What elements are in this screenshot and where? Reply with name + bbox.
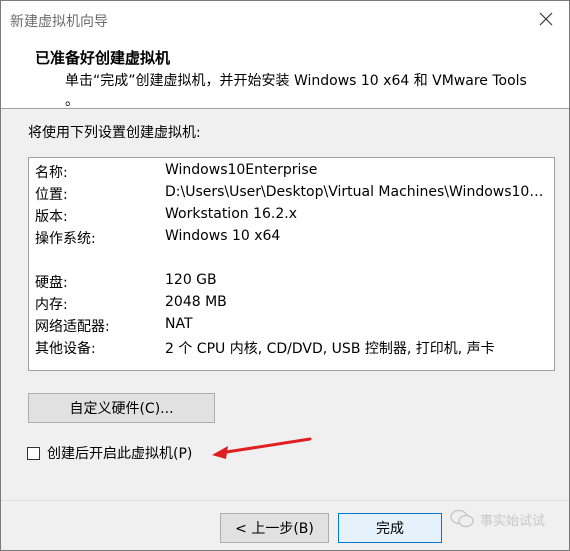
window-title: 新建虚拟机向导: [10, 14, 108, 30]
close-icon: [539, 12, 553, 26]
settings-summary: 名称: Windows10Enterprise 位置: D:\Users\Use…: [28, 157, 555, 371]
bottom-divider: [1, 500, 569, 501]
wizard-header: 已准备好创建虚拟机 单击“完成”创建虚拟机，并开始安装 Windows 10 x…: [1, 37, 569, 109]
summary-key: 版本:: [35, 209, 68, 225]
finish-button[interactable]: 完成: [338, 513, 442, 543]
page-title: 已准备好创建虚拟机: [35, 49, 171, 67]
summary-value: NAT: [165, 316, 193, 332]
title-bar: 新建虚拟机向导: [1, 1, 569, 37]
summary-value: 2048 MB: [165, 294, 227, 310]
summary-key: 其他设备:: [35, 341, 96, 357]
power-on-label: 创建后开启此虚拟机(P): [47, 446, 193, 462]
summary-key: 操作系统:: [35, 231, 96, 247]
close-button[interactable]: [523, 1, 569, 37]
summary-key: 位置:: [35, 187, 68, 203]
summary-key: 硬盘:: [35, 275, 68, 291]
summary-value: 2 个 CPU 内核, CD/DVD, USB 控制器, 打印机, 声卡: [165, 341, 495, 357]
red-arrow-annotation: [212, 437, 312, 459]
summary-value: Workstation 16.2.x: [165, 206, 297, 222]
back-button[interactable]: < 上一步(B): [220, 513, 329, 543]
chat-bubble-icon: [450, 509, 474, 528]
wizard-window: 新建虚拟机向导 已准备好创建虚拟机 单击“完成”创建虚拟机，并开始安装 Wind…: [0, 0, 570, 551]
summary-key: 名称:: [35, 165, 68, 181]
power-on-checkbox[interactable]: [27, 446, 40, 460]
summary-value: 120 GB: [165, 272, 217, 288]
page-description: 单击“完成”创建虚拟机，并开始安装 Windows 10 x64 和 VMwar…: [65, 73, 527, 109]
summary-value: D:\Users\User\Desktop\Virtual Machines\W…: [165, 184, 549, 200]
watermark-text: 事实始试试: [480, 513, 546, 529]
power-on-option[interactable]: 创建后开启此虚拟机(P): [27, 442, 192, 464]
summary-key: 内存:: [35, 297, 68, 313]
watermark: 事实始试试: [450, 509, 545, 529]
summary-value: Windows 10 x64: [165, 228, 281, 244]
summary-value: Windows10Enterprise: [165, 162, 318, 178]
customize-hardware-button[interactable]: 自定义硬件(C)...: [28, 393, 215, 423]
summary-key: 网络适配器:: [35, 319, 110, 335]
intro-text: 将使用下列设置创建虚拟机:: [28, 125, 201, 141]
